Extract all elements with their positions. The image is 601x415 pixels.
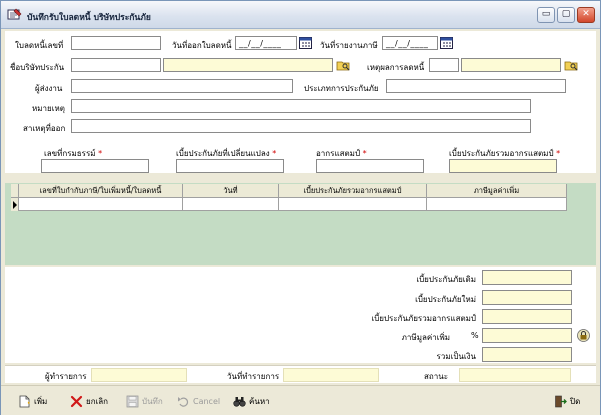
tax-report-date-calendar-icon[interactable] — [440, 36, 453, 49]
grand-total-display — [482, 347, 572, 362]
new-document-icon — [19, 395, 30, 407]
issue-date-input[interactable]: __/__/____ — [235, 36, 297, 50]
grid-header-doc-no[interactable]: เลขที่ใบกำกับภาษี/ใบเพิ่มหนี้/ใบลดหนี้ — [19, 184, 183, 198]
grid-cell-premium-stamp[interactable] — [279, 198, 427, 211]
changed-premium-label-text: เบี้ยประกันภัยที่เปลี่ยนแปลง — [176, 149, 270, 158]
issue-date-label: วันที่ออกใบลดหนี้ — [172, 41, 232, 50]
credit-reason-display — [461, 58, 561, 72]
created-date-display — [283, 368, 379, 382]
policy-no-label-text: เลขที่กรมธรรม์ — [44, 149, 96, 158]
vat-label: ภาษีมูลค่าเพิ่ม — [401, 333, 450, 342]
grid-header-row: เลขที่ใบกำกับภาษี/ใบเพิ่มหนี้/ใบลดหนี้ ว… — [11, 184, 567, 198]
binoculars-icon — [233, 396, 246, 407]
insurer-name-label: ชื่อบริษัทประกัน — [10, 63, 65, 72]
stamp-duty-required-mark: * — [362, 149, 367, 158]
premium-with-stamp-display — [482, 309, 572, 324]
creator-label: ผู้ทำรายการ — [45, 372, 87, 381]
detail-grid[interactable]: เลขที่ใบกำกับภาษี/ใบเพิ่มหนี้/ใบลดหนี้ ว… — [5, 183, 596, 265]
policy-no-required-mark: * — [98, 149, 103, 158]
insurance-type-label: ประเภทการประกันภัย — [304, 84, 379, 93]
grid-cell-doc-no[interactable] — [19, 198, 183, 211]
maximize-button[interactable]: ▢ — [557, 7, 575, 23]
changed-premium-input[interactable] — [176, 159, 284, 173]
issue-reason-input[interactable] — [71, 119, 531, 133]
table-row[interactable] — [11, 198, 567, 211]
premium-with-stamp-label: เบี้ยประกันภัยรวมอากรแสตมป์ — [371, 314, 476, 323]
minimize-button[interactable]: ▭ — [537, 7, 555, 23]
save-button[interactable]: บันทึก — [126, 392, 163, 410]
tax-report-date-input[interactable]: __/__/____ — [382, 36, 438, 50]
window-title: บันทึกรับใบลดหนี้ บริษัทประกันภัย — [27, 13, 151, 23]
original-premium-display — [482, 270, 572, 285]
grid-header-date[interactable]: วันที่ — [183, 184, 279, 198]
credit-reason-label: เหตุผลการลดหนี้ — [367, 63, 425, 72]
close-window-button[interactable]: ✕ — [577, 7, 595, 23]
new-premium-display — [482, 290, 572, 305]
current-row-arrow-icon — [13, 201, 17, 209]
bottom-toolbar: เพิ่ม ยกเลิก บันทึก Cancel ค้นหา ปิด — [1, 385, 600, 415]
credit-note-no-label: ใบลดหนี้เลขที่ — [15, 41, 64, 50]
total-premium-stamp-display — [449, 159, 557, 173]
original-premium-label: เบี้ยประกันภัยเดิม — [416, 275, 476, 284]
stamp-duty-input[interactable] — [316, 159, 424, 173]
status-display — [459, 368, 571, 382]
changed-premium-required-mark: * — [272, 149, 277, 158]
close-button-label: ปิด — [570, 396, 581, 406]
insurer-code-input[interactable] — [71, 58, 161, 72]
status-label: สถานะ — [424, 372, 448, 381]
credit-reason-code-input[interactable] — [429, 58, 459, 72]
grid-header-indicator — [11, 184, 19, 198]
app-icon — [7, 8, 22, 20]
exit-door-icon — [555, 395, 567, 407]
credit-reason-lookup-icon[interactable] — [564, 59, 578, 71]
cancel-button[interactable]: Cancel — [177, 392, 220, 410]
add-button-label: เพิ่ม — [34, 396, 48, 406]
issue-reason-label: สาเหตุที่ออก — [23, 124, 66, 133]
remark-label: หมายเหตุ — [32, 104, 65, 113]
credit-note-no-input[interactable] — [71, 36, 161, 50]
tax-report-date-label: วันที่รายงานภาษี — [320, 41, 378, 50]
audit-info-panel: ผู้ทำรายการ วันที่ทำรายการ สถานะ — [5, 365, 596, 383]
add-button[interactable]: เพิ่ม — [18, 392, 47, 410]
save-button-label: บันทึก — [142, 396, 163, 406]
policy-no-input[interactable] — [41, 159, 149, 173]
delete-button[interactable]: ยกเลิก — [70, 392, 108, 410]
total-premium-stamp-required-mark: * — [556, 149, 561, 158]
delete-button-label: ยกเลิก — [86, 396, 109, 406]
search-button-label: ค้นหา — [249, 396, 270, 406]
vat-display — [482, 328, 572, 343]
grid-header-vat[interactable]: ภาษีมูลค่าเพิ่ม — [427, 184, 567, 198]
remark-input[interactable] — [71, 99, 531, 113]
credit-note-window: บันทึกรับใบลดหนี้ บริษัทประกันภัย ▭ ▢ ✕ … — [0, 0, 601, 415]
search-button[interactable]: ค้นหา — [233, 392, 270, 410]
sender-input[interactable] — [71, 79, 293, 93]
issue-date-calendar-icon[interactable] — [299, 36, 312, 49]
sender-label: ผู้ส่งงาน — [35, 84, 63, 93]
vat-percent-symbol: % — [471, 331, 479, 340]
row-indicator — [11, 198, 19, 211]
insurer-lookup-icon[interactable] — [336, 59, 350, 71]
insurer-name-display — [163, 58, 333, 72]
grand-total-label: รวมเป็นเงิน — [436, 352, 476, 361]
cancel-button-label: Cancel — [193, 396, 221, 406]
close-button[interactable]: ปิด — [554, 392, 580, 410]
grid-cell-vat[interactable] — [427, 198, 567, 211]
undo-icon — [178, 396, 189, 407]
save-disk-icon — [126, 395, 139, 407]
new-premium-label: เบี้ยประกันภัยใหม่ — [415, 295, 476, 304]
insurance-type-input[interactable] — [386, 79, 566, 93]
creator-display — [91, 368, 187, 382]
grid-cell-date[interactable] — [183, 198, 279, 211]
created-date-label: วันที่ทำรายการ — [227, 372, 280, 381]
red-x-icon — [70, 395, 83, 407]
grid-header-premium-stamp[interactable]: เบี้ยประกันภัยรวมอากรแสตมป์ — [279, 184, 427, 198]
total-premium-stamp-label-text: เบี้ยประกันภัยรวมอากรแสตมป์ — [449, 149, 554, 158]
lock-icon[interactable] — [577, 329, 590, 342]
title-bar[interactable]: บันทึกรับใบลดหนี้ บริษัทประกันภัย ▭ ▢ ✕ — [1, 1, 600, 29]
stamp-duty-label-text: อากรแสตมป์ — [316, 149, 361, 158]
